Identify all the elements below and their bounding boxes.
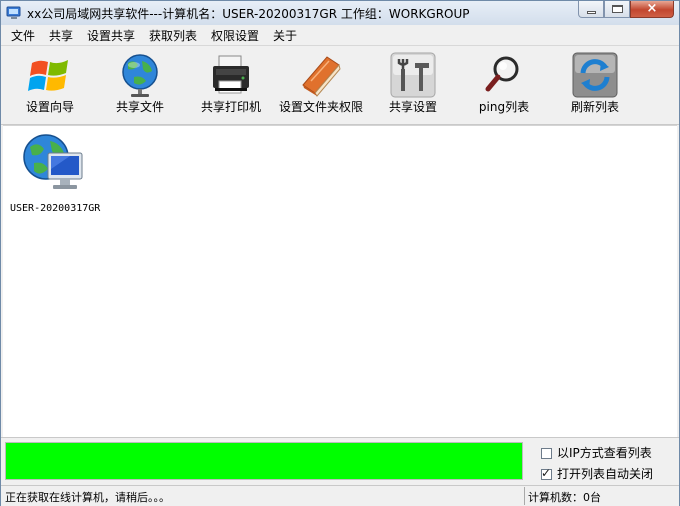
folder-permissions-label: 设置文件夹权限 xyxy=(278,100,363,114)
menu-about[interactable]: 关于 xyxy=(273,27,297,44)
bottom-panel: 以IP方式查看列表 ✓ 打开列表自动关闭 xyxy=(1,437,679,486)
share-settings-button[interactable]: 共享设置 xyxy=(381,46,445,122)
windows-logo-icon xyxy=(28,60,68,91)
title-bar[interactable]: xx公司局域网共享软件---计算机名：USER-20200317GR 工作组：W… xyxy=(1,1,679,25)
tools-icon xyxy=(390,52,436,98)
setup-wizard-label: 设置向导 xyxy=(25,100,74,114)
menu-file[interactable]: 文件 xyxy=(11,27,35,44)
checkmark-icon: ✓ xyxy=(541,466,552,480)
status-message: 正在获取在线计算机，请稍后。。。 xyxy=(5,491,170,504)
maximize-button[interactable] xyxy=(604,1,630,18)
minimize-button[interactable] xyxy=(578,1,604,18)
view-by-ip-box[interactable] xyxy=(541,448,552,459)
window-title: xx公司局域网共享软件---计算机名：USER-20200317GR 工作组：W… xyxy=(27,7,470,21)
share-file-label: 共享文件 xyxy=(115,100,164,114)
computer-count: 计算机数：0台 xyxy=(528,491,601,504)
book-icon xyxy=(302,56,341,97)
toolbar: 设置向导 共享文件 共享打印机 设置文件夹权限 共享设置 ping列表 刷新列表 xyxy=(1,46,679,125)
menu-set-share[interactable]: 设置共享 xyxy=(87,27,135,44)
network-computer-icon xyxy=(23,134,83,189)
maximize-icon xyxy=(612,5,623,13)
progress-bar xyxy=(5,442,523,480)
close-icon: × xyxy=(646,1,658,16)
main-window: xx公司局域网共享软件---计算机名：USER-20200317GR 工作组：W… xyxy=(0,0,680,506)
menu-bar: 文件 共享 设置共享 获取列表 权限设置 关于 xyxy=(1,25,679,46)
printer-icon xyxy=(213,55,249,94)
magnifier-icon xyxy=(485,56,519,92)
menu-permissions[interactable]: 权限设置 xyxy=(211,27,259,44)
folder-permissions-button[interactable]: 设置文件夹权限 xyxy=(277,46,365,122)
ping-list-label: ping列表 xyxy=(478,100,530,114)
computer-list[interactable]: USER-20200317GR xyxy=(3,125,677,438)
close-button[interactable]: × xyxy=(630,1,674,18)
view-by-ip-label: 以IP方式查看列表 xyxy=(557,446,652,460)
status-divider xyxy=(524,487,525,505)
refresh-list-label: 刷新列表 xyxy=(570,100,619,114)
progress-fill xyxy=(6,443,522,479)
refresh-list-button[interactable]: 刷新列表 xyxy=(561,46,629,122)
auto-close-label: 打开列表自动关闭 xyxy=(557,467,654,481)
globe-icon xyxy=(122,54,158,97)
share-printer-button[interactable]: 共享打印机 xyxy=(195,46,267,122)
app-icon xyxy=(6,6,21,19)
share-printer-label: 共享打印机 xyxy=(200,100,261,114)
window-controls: × xyxy=(578,1,674,19)
computer-name: USER-20200317GR xyxy=(10,203,101,214)
share-file-button[interactable]: 共享文件 xyxy=(105,46,175,122)
refresh-icon xyxy=(572,52,618,98)
menu-share[interactable]: 共享 xyxy=(49,27,73,44)
status-bar: 正在获取在线计算机，请稍后。。。 计算机数：0台 xyxy=(1,485,679,506)
minimize-icon xyxy=(587,11,596,14)
menu-get-list[interactable]: 获取列表 xyxy=(149,27,197,44)
auto-close-checkbox[interactable]: ✓ 打开列表自动关闭 xyxy=(541,465,653,482)
view-by-ip-checkbox[interactable]: 以IP方式查看列表 xyxy=(541,444,652,461)
auto-close-box[interactable]: ✓ xyxy=(541,466,552,480)
setup-wizard-button[interactable]: 设置向导 xyxy=(15,46,85,122)
ping-list-button[interactable]: ping列表 xyxy=(469,46,539,122)
share-settings-label: 共享设置 xyxy=(388,100,437,114)
list-item[interactable]: USER-20200317GR xyxy=(10,131,110,221)
